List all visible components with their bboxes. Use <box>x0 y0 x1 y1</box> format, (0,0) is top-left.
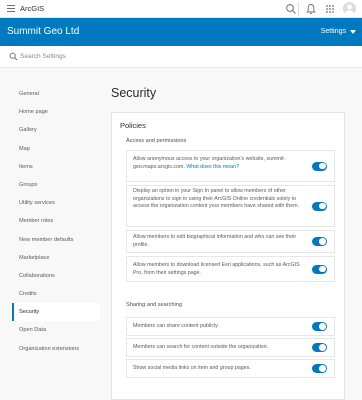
settings-sidebar: General Home page Gallery Map Items Grou… <box>12 85 100 358</box>
sidebar-item-collaborations[interactable]: Collaborations <box>12 267 100 285</box>
sidebar-item-member-roles[interactable]: Member roles <box>12 212 100 230</box>
sidebar-item-general[interactable]: General <box>12 85 100 103</box>
policy-row-edit-bio: Allow members to edit biographical infor… <box>126 230 335 253</box>
sidebar-item-groups[interactable]: Groups <box>12 176 100 194</box>
policy-description: Allow members to edit biographical infor… <box>133 234 297 248</box>
other-org-sign-in-toggle[interactable] <box>312 201 327 211</box>
toggle-knob <box>319 202 326 210</box>
sidebar-item-new-member-defaults[interactable]: New member defaults <box>12 231 100 249</box>
brand-name[interactable]: ArcGIS <box>20 4 44 13</box>
what-does-this-mean-link[interactable]: What does this mean? <box>186 164 239 170</box>
policy-description: Members can share content publicly. <box>133 322 219 329</box>
sidebar-item-utility-services[interactable]: Utility services <box>12 194 100 212</box>
policies-card: Policies Access and permissions Allow an… <box>111 112 345 400</box>
policy-row-share-publicly: Members can share content publicly. <box>126 317 335 336</box>
policy-row-other-org-sign-in: Display an option in your Sign In panel … <box>126 185 335 227</box>
anonymous-access-toggle[interactable] <box>312 161 327 171</box>
policies-heading: Policies <box>120 121 146 130</box>
toggle-knob <box>319 365 326 372</box>
sidebar-item-open-data[interactable]: Open Data <box>12 321 100 339</box>
policy-description: Allow members to download licensed Esri … <box>133 262 300 276</box>
sidebar-item-credits[interactable]: Credits <box>12 285 100 303</box>
policy-description: Show social media links on item and grou… <box>133 364 251 371</box>
toggle-knob <box>319 238 326 245</box>
user-avatar-icon[interactable] <box>343 2 356 15</box>
hamburger-icon[interactable] <box>7 5 15 13</box>
policy-text: Allow anonymous access to your organizat… <box>133 156 301 171</box>
edit-bio-toggle[interactable] <box>312 237 327 246</box>
sidebar-item-organization-extensions[interactable]: Organization extensions <box>12 340 100 358</box>
search-icon[interactable] <box>285 3 297 15</box>
policy-description: Display an option in your Sign In panel … <box>133 188 300 210</box>
settings-menu-button[interactable]: Settings <box>321 28 346 35</box>
notification-bell-icon[interactable] <box>305 3 317 15</box>
sidebar-item-marketplace[interactable]: Marketplace <box>12 249 100 267</box>
page-title: Security <box>111 86 157 100</box>
sidebar-item-items[interactable]: Items <box>12 158 100 176</box>
sidebar-item-home-page[interactable]: Home page <box>12 103 100 121</box>
search-settings-bar <box>0 46 362 68</box>
search-outside-toggle[interactable] <box>312 343 327 352</box>
search-icon <box>9 52 18 61</box>
toggle-knob <box>319 323 326 330</box>
toggle-knob <box>319 265 326 273</box>
access-permissions-heading: Access and permissions <box>126 138 187 144</box>
top-bar: ArcGIS <box>0 0 362 18</box>
share-publicly-toggle[interactable] <box>312 322 327 331</box>
sidebar-item-map[interactable]: Map <box>12 140 100 158</box>
download-apps-toggle[interactable] <box>312 264 327 274</box>
policy-row-download-apps: Allow members to download licensed Esri … <box>126 256 335 282</box>
sidebar-item-gallery[interactable]: Gallery <box>12 121 100 139</box>
topbar-divider <box>298 2 299 16</box>
sidebar-item-security[interactable]: Security <box>12 303 100 322</box>
toggle-knob <box>319 162 326 170</box>
policy-row-anonymous-access: Allow anonymous access to your organizat… <box>126 150 335 182</box>
policy-row-search-outside: Members can search for content outside t… <box>126 338 335 357</box>
policy-description: Members can search for content outside t… <box>133 343 269 350</box>
apps-grid-icon[interactable] <box>324 3 336 15</box>
org-header: Summit Geo Ltd Settings <box>0 18 362 46</box>
chevron-down-icon[interactable] <box>350 30 356 34</box>
search-settings-input[interactable] <box>20 50 220 63</box>
org-name[interactable]: Summit Geo Ltd <box>7 26 79 37</box>
toggle-knob <box>319 344 326 351</box>
sharing-searching-heading: Sharing and searching <box>126 302 182 308</box>
social-links-toggle[interactable] <box>312 364 327 373</box>
policy-row-social-links: Show social media links on item and grou… <box>126 359 335 378</box>
